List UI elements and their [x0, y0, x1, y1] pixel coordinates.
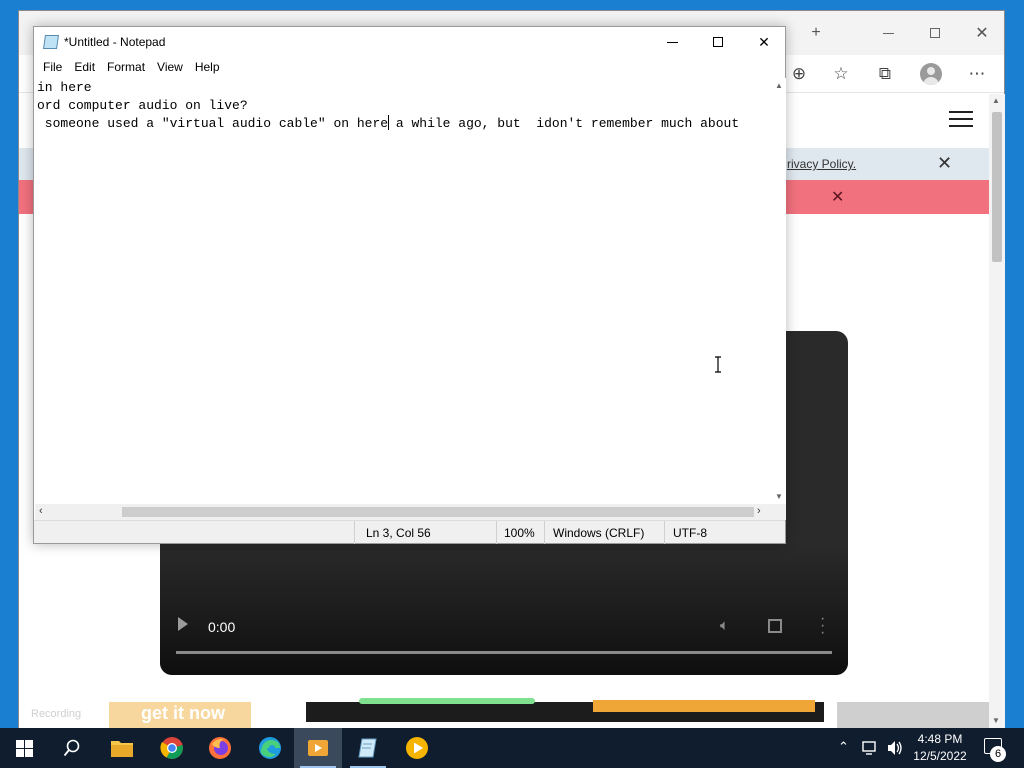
minimize-button[interactable] — [649, 27, 695, 57]
volume-tray-icon[interactable] — [886, 739, 904, 757]
ad-green-bar — [359, 698, 535, 704]
get-it-now-banner[interactable]: get it now — [109, 702, 251, 728]
menu-format[interactable]: Format — [101, 57, 151, 77]
text-cursor-icon — [715, 356, 721, 373]
edge-icon — [259, 737, 281, 759]
more-options-icon[interactable]: ⋯ — [961, 59, 993, 89]
privacy-policy-link[interactable]: rivacy Policy. — [787, 157, 856, 171]
play-icon[interactable] — [178, 617, 188, 631]
text-line-current: someone used a "virtual audio cable" on … — [37, 115, 771, 133]
profile-icon[interactable] — [915, 59, 947, 89]
start-button[interactable] — [0, 728, 48, 768]
search-button[interactable] — [48, 728, 96, 768]
menu-bar: File Edit Format View Help — [34, 57, 785, 77]
notepad-titlebar[interactable]: *Untitled - Notepad ✕ — [34, 27, 785, 57]
notepad-taskbar-button[interactable] — [344, 728, 392, 768]
notepad-vertical-scrollbar[interactable]: ▲ ▼ — [771, 78, 786, 504]
hamburger-menu-icon[interactable] — [949, 111, 973, 129]
fullscreen-icon[interactable] — [768, 619, 782, 633]
video-more-icon[interactable]: · · · — [820, 611, 825, 641]
clock-time[interactable]: 4:48 PM — [910, 732, 970, 746]
scroll-up-icon[interactable]: ▲ — [992, 96, 1000, 105]
edge-scroll-thumb[interactable] — [992, 112, 1002, 262]
edge-minimize-button[interactable] — [865, 11, 911, 55]
ad-strip: Recording get it now — [19, 698, 989, 728]
favorites-icon[interactable]: ☆ — [825, 59, 857, 89]
media-app-button[interactable] — [294, 728, 342, 768]
windows-logo-icon — [15, 739, 33, 757]
status-line-ending: Windows (CRLF) — [553, 526, 645, 540]
resize-grip[interactable] — [771, 504, 786, 520]
privacy-close-icon[interactable]: ✕ — [937, 153, 952, 174]
notepad-horizontal-scrollbar[interactable]: ‹ › — [35, 504, 771, 520]
status-encoding: UTF-8 — [673, 526, 707, 540]
notepad-app-icon — [358, 738, 377, 758]
notification-count-badge: 6 — [990, 746, 1006, 762]
scroll-right-icon[interactable]: › — [757, 505, 761, 517]
media-app-icon — [308, 740, 328, 756]
ad-orange-button[interactable] — [593, 700, 815, 712]
status-position: Ln 3, Col 56 — [366, 526, 431, 540]
status-bar: Ln 3, Col 56 100% Windows (CRLF) UTF-8 — [34, 520, 785, 544]
ad-gray-box — [837, 702, 989, 728]
scroll-left-icon[interactable]: ‹ — [39, 505, 43, 517]
menu-view[interactable]: View — [151, 57, 189, 77]
volume-icon[interactable]: 🔈︎ — [720, 617, 729, 634]
close-button[interactable]: ✕ — [741, 27, 787, 57]
scroll-down-icon[interactable]: ▼ — [992, 716, 1000, 725]
folder-icon — [111, 741, 133, 757]
search-icon — [63, 739, 80, 757]
firefox-icon — [209, 737, 231, 759]
text-line: ord computer audio on live? — [37, 98, 248, 113]
menu-edit[interactable]: Edit — [68, 57, 101, 77]
edge-close-button[interactable]: ✕ — [959, 11, 1005, 55]
text-line-before-caret: someone used a "virtual audio cable" on … — [37, 116, 389, 131]
video-progress-bar[interactable] — [176, 651, 832, 654]
edge-button[interactable] — [246, 728, 294, 768]
network-icon[interactable] — [862, 740, 880, 756]
recording-label: Recording — [31, 708, 82, 720]
player-icon — [406, 737, 428, 759]
edge-maximize-button[interactable] — [912, 11, 958, 55]
collections-icon[interactable]: ⧉ — [869, 59, 901, 89]
notepad-icon — [43, 35, 59, 49]
text-line: in here — [37, 80, 92, 95]
text-editor[interactable]: in here ord computer audio on live? someo… — [35, 78, 771, 504]
video-time: 0:00 — [208, 619, 236, 635]
chrome-icon — [160, 737, 183, 759]
player-button[interactable] — [393, 728, 441, 768]
chrome-button[interactable] — [148, 728, 196, 768]
clock-date[interactable]: 12/5/2022 — [910, 749, 970, 763]
extensions-icon[interactable]: ⊕ — [783, 59, 815, 89]
show-hidden-icons-icon[interactable]: ⌃ — [838, 739, 849, 755]
status-zoom: 100% — [504, 526, 535, 540]
menu-help[interactable]: Help — [189, 57, 226, 77]
taskbar: ⌃ 4:48 PM 12/5/2022 6 — [0, 728, 1024, 768]
notepad-window: *Untitled - Notepad ✕ File Edit Format V… — [33, 26, 786, 544]
alert-close-icon[interactable]: ✕ — [831, 187, 844, 207]
new-tab-icon[interactable]: + — [793, 11, 839, 55]
maximize-button[interactable] — [695, 27, 741, 57]
text-line-after-caret: a while ago, but idon't remember much ab… — [388, 116, 740, 131]
file-explorer-button[interactable] — [98, 728, 146, 768]
firefox-button[interactable] — [196, 728, 244, 768]
notepad-scroll-down-icon[interactable]: ▼ — [775, 492, 783, 501]
notepad-scroll-up-icon[interactable]: ▲ — [775, 81, 783, 90]
menu-file[interactable]: File — [37, 57, 68, 77]
edge-scrollbar[interactable]: ▲ ▼ — [989, 94, 1005, 728]
notepad-title: *Untitled - Notepad — [64, 35, 166, 49]
horizontal-scroll-thumb[interactable] — [122, 507, 754, 517]
